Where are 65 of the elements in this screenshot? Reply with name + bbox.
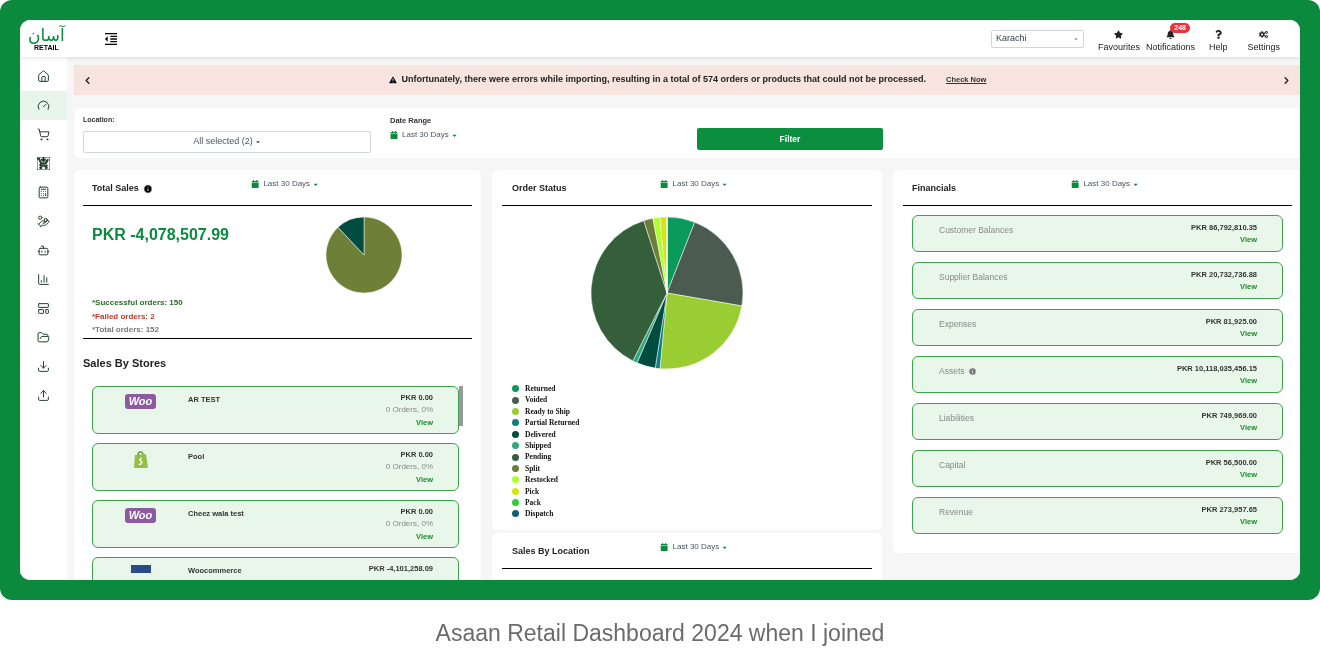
store-orders-text: 0 Orders, 0% <box>385 404 433 416</box>
banner-message: Unfortunately, there were errors while importing, resulting in a total of 574 orders or products that could not be processed. <box>401 73 926 87</box>
financial-label: Assets <box>939 365 965 378</box>
date-range-dropdown[interactable]: Last 30 Days <box>1083 178 1140 190</box>
date-range-dropdown[interactable]: Last 30 Days <box>263 178 320 190</box>
star-icon <box>1114 29 1124 39</box>
calendar-icon <box>390 131 398 140</box>
sidebar-icon <box>37 215 50 228</box>
successful-orders-text: *Successful orders: 150 <box>92 297 183 309</box>
card-title: Sales By Location <box>512 545 590 558</box>
caret-icon <box>1072 35 1079 42</box>
calendar-icon <box>251 180 260 188</box>
woo-logo: Woo <box>124 507 157 523</box>
sidebar-icon <box>37 302 50 315</box>
calendar-icon <box>1071 180 1080 188</box>
calendar-icon <box>660 180 669 188</box>
chevron-right-icon <box>1281 74 1292 86</box>
sidebar-icon <box>37 331 50 344</box>
caption: Asaan Retail Dashboard 2024 when I joined <box>435 619 885 649</box>
calendar-icon <box>660 543 669 551</box>
header-action-button[interactable]: Settings <box>1247 22 1284 55</box>
financial-label: Supplier Balances <box>939 271 1008 284</box>
info-icon <box>142 183 153 194</box>
sidebar-icon <box>37 273 50 286</box>
settings-icon <box>1259 29 1269 39</box>
section-title: Sales By Stores <box>83 356 168 371</box>
date-range-dropdown[interactable]: Last 30 Days <box>672 541 729 553</box>
warning-icon <box>387 75 398 85</box>
caret-icon <box>254 138 261 145</box>
store-orders-text: 0 Orders, 0% <box>385 461 433 473</box>
sidebar-icon <box>37 360 50 373</box>
card-title: Total Sales <box>92 182 139 195</box>
sidebar-icon <box>37 99 50 112</box>
financial-label: Customer Balances <box>939 224 1014 237</box>
sidebar-icon <box>37 244 50 257</box>
financial-label: Revenue <box>939 506 974 519</box>
store-orders-text: 0 Orders, 0% <box>385 518 433 530</box>
help-icon <box>1213 29 1223 39</box>
header-action-button[interactable]: Favourites <box>1097 22 1144 55</box>
store-logo <box>130 564 151 573</box>
financial-label: Capital <box>939 459 966 472</box>
header-action-button[interactable]: Help <box>1208 22 1232 55</box>
failed-orders-text: *Failed orders: 2 <box>92 310 156 323</box>
card-title: Financials <box>912 182 956 195</box>
location-select[interactable]: Karachi <box>990 29 1084 48</box>
date-range-dropdown[interactable]: Last 30 Days <box>672 178 729 190</box>
sidebar-icon <box>37 157 50 170</box>
card-title: Order Status <box>512 182 567 195</box>
location-dropdown[interactable]: All selected (2) <box>83 130 371 153</box>
scrollbar-thumb[interactable] <box>459 385 463 426</box>
sidebar-icon <box>37 389 50 402</box>
sidebar-icon <box>37 128 50 141</box>
financial-label: Expenses <box>939 318 977 331</box>
date-range-dropdown[interactable]: Last 30 Days <box>402 129 458 142</box>
next-button[interactable] <box>1281 74 1292 86</box>
indent-icon <box>102 30 119 47</box>
woo-logo: Woo <box>124 393 157 409</box>
filter-button[interactable]: Filter <box>697 128 883 150</box>
total-orders-text: *Total orders: 152 <box>92 324 160 336</box>
sidebar-icon <box>37 70 50 83</box>
total-sales-amount: PKR -4,078,507.99 <box>92 225 229 245</box>
sidebar-icon <box>37 186 50 199</box>
shopping-bag-icon <box>132 450 149 469</box>
info-icon <box>967 366 977 376</box>
financial-label: Liabilities <box>939 412 974 425</box>
